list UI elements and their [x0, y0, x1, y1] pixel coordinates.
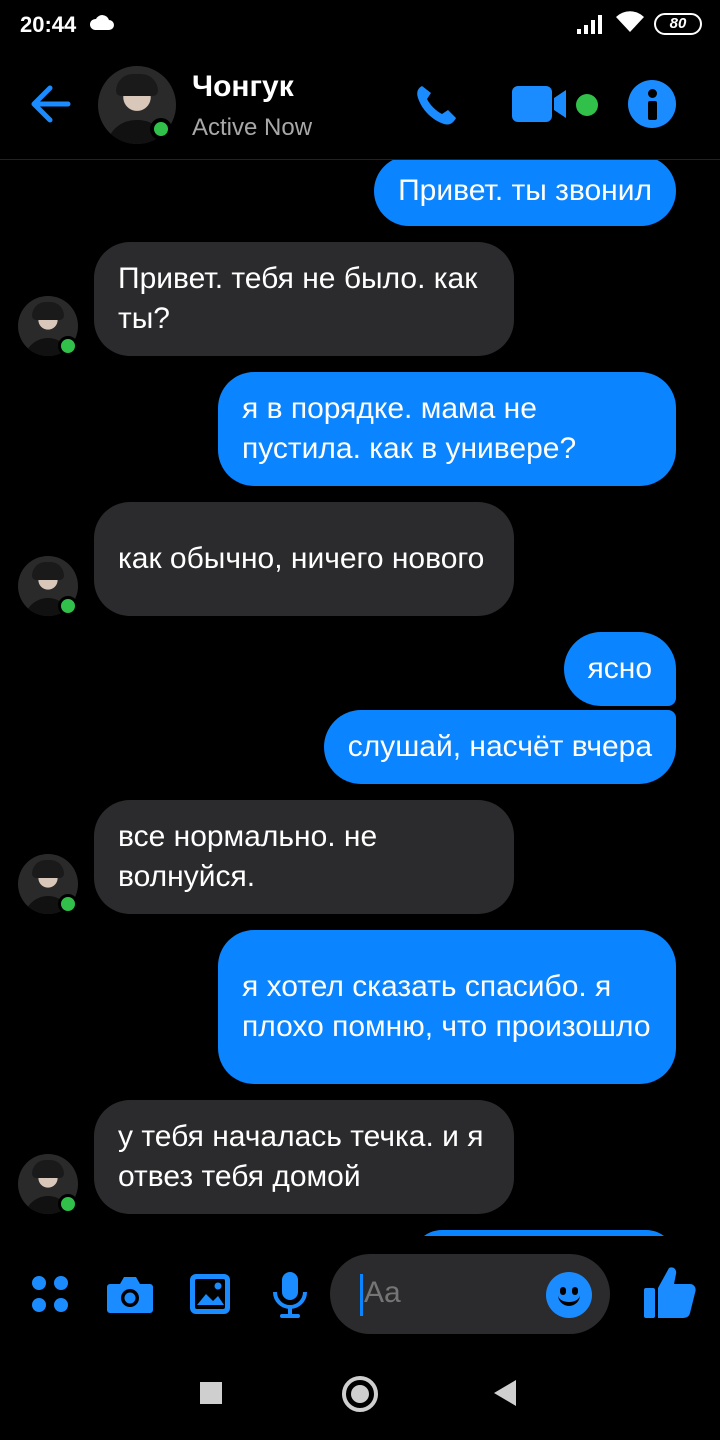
system-nav-bar	[0, 1356, 720, 1440]
message-text: Привет. тебя не было. как ты?	[118, 262, 478, 335]
home-button[interactable]	[342, 1376, 378, 1412]
info-icon[interactable]	[628, 80, 676, 128]
message-outgoing[interactable]: Привет. ты звонил	[374, 160, 676, 226]
microphone-icon[interactable]	[270, 1270, 310, 1320]
video-camera-icon[interactable]	[510, 84, 572, 124]
smiley-mouth	[558, 1294, 580, 1306]
message-outgoing[interactable]: я хотел сказать спасибо. я плохо помню, …	[218, 930, 676, 1084]
message-outgoing[interactable]: слушай, насчёт вчера	[323, 710, 676, 784]
text-caret	[360, 1274, 363, 1316]
info-dot	[648, 89, 657, 98]
message-text: все нормально. не волнуйся.	[118, 820, 378, 893]
contact-status: Active Now	[192, 114, 313, 141]
cloud-icon	[89, 15, 114, 30]
online-indicator	[58, 1194, 78, 1214]
message-text: Привет. ты звонил	[398, 174, 652, 207]
message-text: я хотел сказать спасибо. я плохо помню, …	[242, 970, 651, 1043]
signal-icon	[577, 15, 602, 34]
wifi-icon	[616, 11, 644, 33]
battery-level: 80	[669, 15, 687, 32]
message-list[interactable]: Привет. ты звонил Привет. тебя не было. …	[0, 160, 720, 1236]
composer-bar	[0, 1236, 720, 1356]
message-incoming[interactable]: как обычно, ничего нового	[94, 502, 514, 616]
avatar-hair	[32, 302, 64, 320]
message-text: ясно	[587, 652, 653, 685]
online-indicator	[58, 596, 78, 616]
back-button[interactable]	[494, 1380, 516, 1406]
status-bar: 20:44 80	[0, 0, 720, 52]
online-indicator	[58, 336, 78, 356]
camera-icon[interactable]	[106, 1274, 154, 1314]
recent-apps-button[interactable]	[200, 1382, 222, 1404]
info-bar	[648, 101, 657, 120]
message-incoming[interactable]: Привет. тебя не было. как ты?	[94, 242, 514, 356]
contact-name[interactable]: Чонгук	[192, 70, 294, 104]
message-outgoing[interactable]: ясно	[563, 632, 676, 706]
online-indicator	[150, 118, 172, 140]
phone-icon[interactable]	[412, 82, 460, 128]
avatar-hair	[32, 562, 64, 580]
message-incoming[interactable]: все нормально. не волнуйся.	[94, 800, 514, 914]
message-text: у тебя началась течка. и я отвез тебя до…	[118, 1120, 484, 1193]
chat-header: Чонгук Active Now	[0, 52, 720, 160]
message-text: слушай, насчёт вчера	[347, 730, 652, 763]
image-icon[interactable]	[188, 1272, 232, 1316]
avatar-hair	[32, 860, 64, 878]
battery-icon: 80	[654, 13, 702, 35]
smiley-icon[interactable]	[546, 1272, 592, 1318]
message-text: как обычно, ничего нового	[118, 542, 485, 575]
message-input-container[interactable]	[330, 1254, 610, 1334]
message-input[interactable]	[364, 1276, 534, 1310]
online-indicator	[58, 894, 78, 914]
message-incoming[interactable]: у тебя началась течка. и я отвез тебя до…	[94, 1100, 514, 1214]
status-time: 20:44	[20, 12, 77, 37]
arrow-left-icon[interactable]	[28, 82, 76, 126]
thumbs-up-icon[interactable]	[642, 1264, 698, 1320]
message-outgoing[interactable]: я в порядке. мама не пустила. как в унив…	[218, 372, 676, 486]
four-dots-icon[interactable]	[30, 1274, 70, 1314]
avatar-hair	[32, 1160, 64, 1178]
avatar-hair	[116, 74, 158, 96]
video-online-dot	[576, 94, 598, 116]
message-text: я в порядке. мама не пустила. как в унив…	[242, 392, 577, 465]
